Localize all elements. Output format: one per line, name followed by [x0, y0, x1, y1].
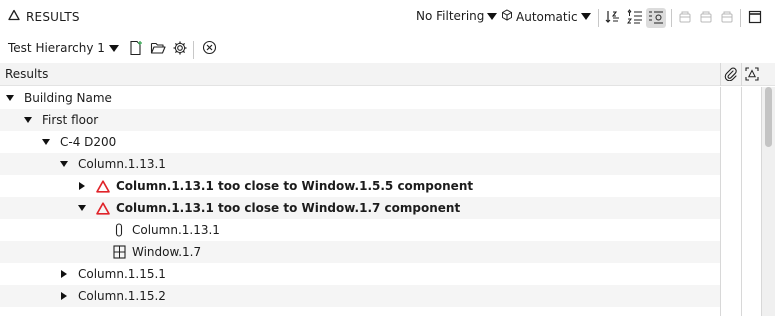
column-divider: [720, 87, 721, 316]
tree-row-label: Window.1.7: [132, 245, 202, 259]
results-column-header: Results: [0, 63, 775, 86]
column-divider: [741, 87, 742, 316]
viewpoint-column-header[interactable]: [742, 65, 762, 85]
warning-triangle-icon: [96, 178, 110, 194]
expand-toggle-icon[interactable]: [24, 117, 32, 123]
viewpoint-icon: [745, 66, 759, 84]
expand-toggle-icon[interactable]: [42, 139, 50, 145]
folder-open-icon: [150, 40, 166, 59]
collapsed-toggle-icon[interactable]: [61, 270, 67, 278]
results-triangle-icon: [8, 9, 20, 24]
clear-button[interactable]: [199, 39, 219, 59]
expand-toggle-icon[interactable]: [60, 161, 68, 167]
gear-icon: [172, 40, 188, 59]
attachment-column-header[interactable]: [721, 65, 741, 85]
chevron-down-icon: [580, 13, 591, 20]
cube-icon: [501, 9, 513, 24]
results-column-title: Results: [5, 67, 49, 81]
panel-title: RESULTS: [8, 9, 80, 24]
hierarchy-toolbar: Test Hierarchy 1: [0, 37, 775, 63]
vertical-scrollbar[interactable]: [762, 87, 775, 316]
tree-row-element-column[interactable]: Column.1.13.1: [0, 219, 720, 241]
package-button-2[interactable]: [696, 8, 716, 28]
maximize-button[interactable]: [745, 8, 765, 28]
hierarchy-dropdown-label: Test Hierarchy 1: [8, 41, 105, 55]
tree-row-label: Column.1.15.2: [78, 289, 166, 303]
filter-dropdown[interactable]: No Filtering: [416, 9, 498, 23]
warning-triangle-icon: [96, 200, 110, 216]
maximize-icon: [748, 10, 762, 27]
results-panel: RESULTS No Filtering Automatic Test Hier…: [0, 0, 775, 316]
panel-title-text: RESULTS: [26, 9, 80, 24]
results-tree: Building Name First floor C-4 D200 Colum…: [0, 87, 762, 316]
sort-list-button[interactable]: [625, 8, 645, 28]
hierarchy-dropdown[interactable]: Test Hierarchy 1: [8, 41, 119, 55]
tree-row-label: Column.1.13.1: [132, 223, 220, 237]
toolbar-separator: [740, 9, 741, 27]
collapsed-toggle-icon[interactable]: [61, 292, 67, 300]
close-circle-icon: [202, 40, 217, 58]
tree-row-column-group[interactable]: Column.1.15.2: [0, 285, 720, 307]
mode-dropdown[interactable]: Automatic: [501, 9, 591, 24]
tree-row-column-group[interactable]: Column.1.13.1: [0, 153, 720, 175]
hierarchy-settings-button[interactable]: [170, 39, 190, 59]
group-settings-button[interactable]: [646, 8, 666, 28]
tree-row-label: Column.1.15.1: [78, 267, 166, 281]
open-hierarchy-button[interactable]: [148, 39, 168, 59]
tree-row-floor[interactable]: First floor: [0, 109, 720, 131]
toolbar-separator: [598, 9, 599, 27]
tree-row-label: First floor: [42, 113, 99, 127]
status-columns: [720, 87, 762, 316]
collapsed-toggle-icon[interactable]: [79, 182, 85, 190]
expand-toggle-icon[interactable]: [6, 95, 14, 101]
grouped-list-icon: [648, 9, 664, 28]
sort-hierarchy-icon: [605, 9, 621, 28]
package-icon: [720, 10, 734, 27]
tree-row-clash-2[interactable]: Column.1.13.1 too close to Window.1.7 co…: [0, 197, 720, 219]
package-button-1[interactable]: [675, 8, 695, 28]
package-button-3[interactable]: [717, 8, 737, 28]
new-hierarchy-button[interactable]: [126, 39, 146, 59]
tree-row-clash-1[interactable]: Column.1.13.1 too close to Window.1.5.5 …: [0, 175, 720, 197]
package-icon: [699, 10, 713, 27]
sort-hierarchy-button[interactable]: [603, 8, 623, 28]
mode-dropdown-label: Automatic: [516, 9, 578, 24]
chevron-down-icon: [108, 44, 119, 52]
toolbar-separator: [193, 41, 194, 59]
expand-toggle-icon[interactable]: [78, 205, 86, 211]
package-icon: [678, 10, 692, 27]
tree-row-level[interactable]: C-4 D200: [0, 131, 720, 153]
tree-row-label: Column.1.13.1 too close to Window.1.7 co…: [116, 201, 461, 215]
tree-row-column-group[interactable]: Column.1.15.1: [0, 263, 720, 285]
paperclip-icon: [724, 67, 738, 84]
column-element-icon: [112, 222, 126, 238]
tree-row-label: Building Name: [24, 91, 112, 105]
tree-row-label: Column.1.13.1: [78, 157, 166, 171]
scrollbar-thumb[interactable]: [765, 87, 772, 147]
toolbar-separator: [671, 9, 672, 27]
window-element-icon: [112, 244, 126, 260]
filter-dropdown-label: No Filtering: [416, 9, 485, 23]
panel-header: RESULTS No Filtering Automatic: [0, 0, 775, 36]
new-file-icon: [128, 40, 144, 59]
tree-row-label: C-4 D200: [60, 135, 117, 149]
sort-list-icon: [627, 8, 643, 28]
tree-row-element-window[interactable]: Window.1.7: [0, 241, 720, 263]
chevron-down-icon: [487, 12, 498, 20]
tree-row-building[interactable]: Building Name: [0, 87, 720, 109]
tree-row-label: Column.1.13.1 too close to Window.1.5.5 …: [116, 179, 474, 193]
